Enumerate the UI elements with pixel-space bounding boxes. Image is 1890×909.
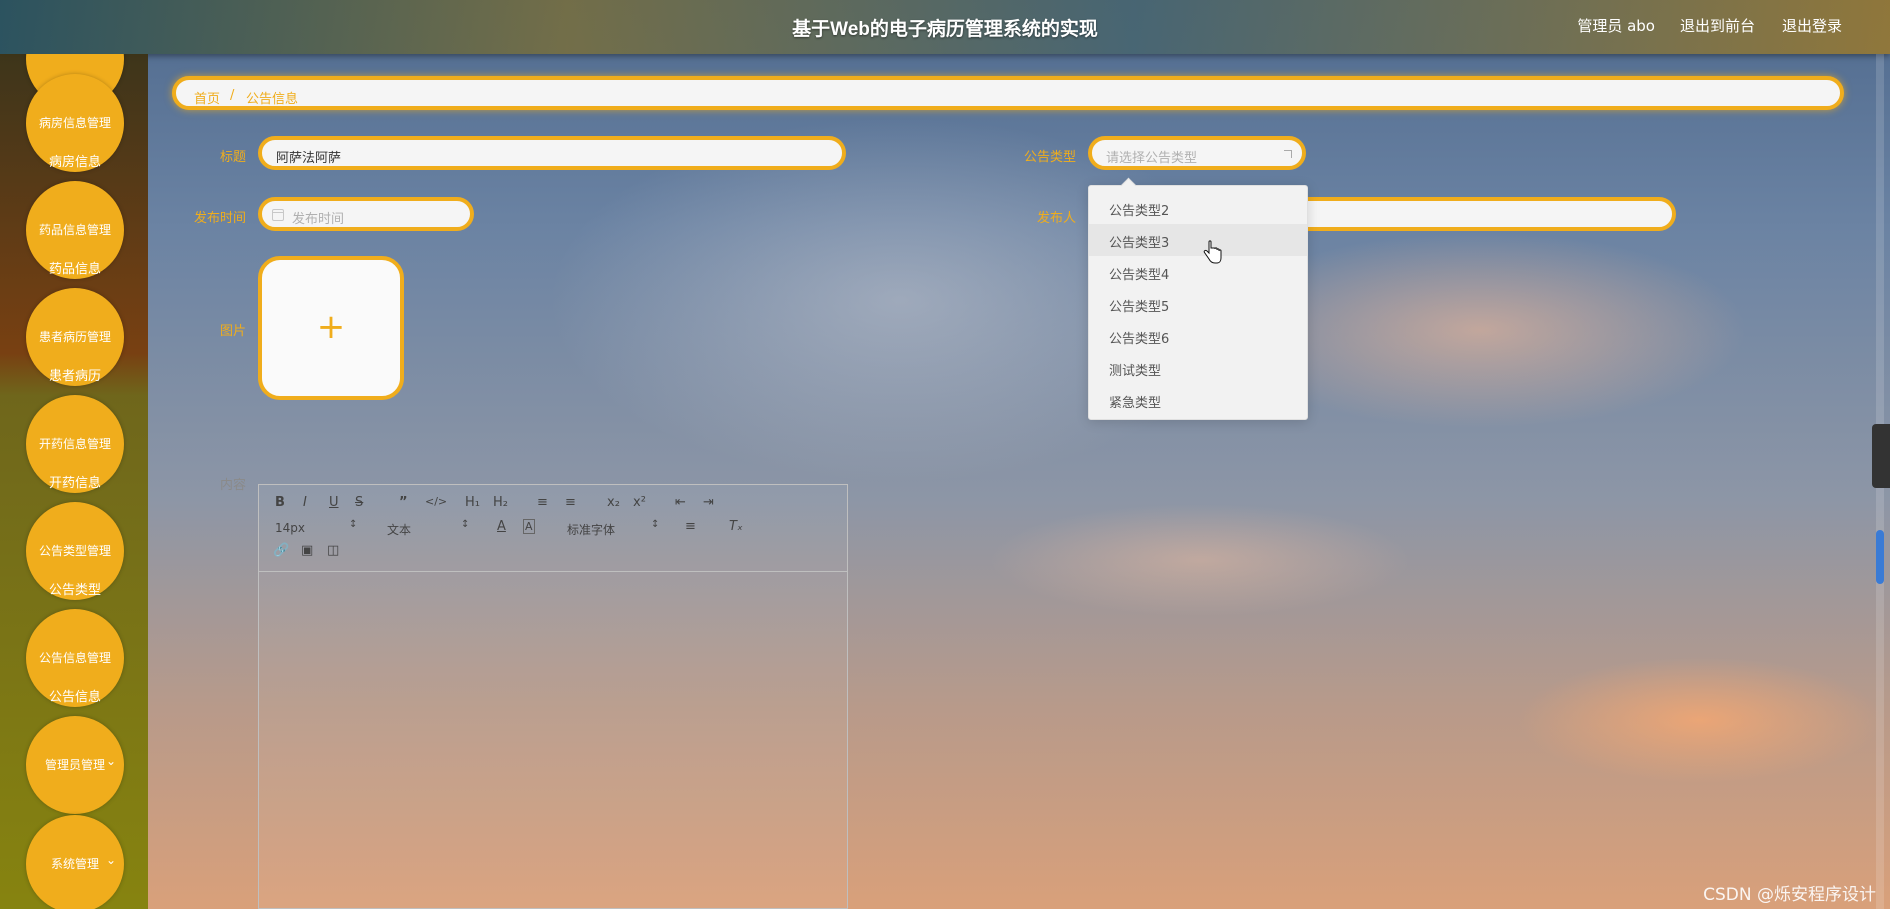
sidebar-item-label: 公告类型管理	[38, 544, 111, 558]
superscript-icon[interactable]: x²	[633, 495, 646, 510]
chevron-up-icon	[1284, 150, 1292, 158]
sidebar-item-ward[interactable]: 病房信息管理 病房信息	[26, 74, 124, 172]
rich-text-editor: B I U S ” </> H₁ H₂ ≡ ≡ x₂ x² ⇤ ⇥ 14px ↕…	[258, 484, 848, 909]
hand-cursor-icon	[1203, 240, 1222, 264]
current-user: 管理员 abo	[1577, 17, 1655, 35]
sidebar-item-prescription[interactable]: 开药信息管理 开药信息	[26, 395, 124, 493]
publish-time-placeholder: 发布时间	[292, 212, 345, 227]
editor-toolbar: B I U S ” </> H₁ H₂ ≡ ≡ x₂ x² ⇤ ⇥ 14px ↕…	[259, 485, 847, 572]
breadcrumb-current: 公告信息	[246, 92, 299, 107]
plus-icon: +	[316, 307, 346, 347]
title-label: 标题	[219, 150, 246, 165]
italic-icon[interactable]: I	[303, 495, 307, 510]
scrollbar-thumb[interactable]	[1876, 530, 1884, 584]
sidebar-item-label: 公告信息管理	[38, 651, 111, 665]
notice-type-label: 公告类型	[1023, 150, 1076, 165]
updown-icon: ↕	[651, 519, 660, 530]
dropdown-option[interactable]: 测试类型	[1089, 352, 1307, 384]
video-icon[interactable]: ◫	[327, 543, 339, 558]
outdent-icon[interactable]: ⇤	[675, 495, 686, 510]
publisher-label: 发布人	[1036, 211, 1076, 226]
sidebar-item-label: 患者病历管理	[38, 330, 111, 344]
align-icon[interactable]: ≡	[685, 519, 696, 534]
notice-type-placeholder: 请选择公告类型	[1106, 151, 1198, 166]
link-icon[interactable]: 🔗	[273, 543, 289, 558]
bold-icon[interactable]: B	[275, 495, 285, 510]
clear-format-icon[interactable]: Tₓ	[729, 519, 743, 534]
image-upload-button[interactable]: +	[258, 256, 404, 400]
bullet-list-icon[interactable]: ≡	[565, 495, 576, 510]
font-size-select[interactable]: 14px	[275, 521, 305, 535]
heading-1-icon[interactable]: H₁	[465, 495, 480, 510]
calendar-icon	[272, 209, 284, 221]
font-color-icon[interactable]: A	[497, 519, 506, 534]
sidebar-item-patient-record[interactable]: 患者病历管理 患者病历	[26, 288, 124, 386]
image-label: 图片	[219, 324, 246, 339]
watermark: CSDN @烁安程序设计	[1703, 885, 1876, 905]
paragraph-select[interactable]: 文本	[387, 521, 411, 538]
sidebar-item-label: 开药信息管理	[38, 437, 111, 451]
chevron-down-icon: ⌄	[105, 754, 116, 768]
breadcrumb-separator: /	[230, 88, 235, 103]
sidebar-item-medicine[interactable]: 药品信息管理 药品信息	[26, 181, 124, 279]
publish-time-label: 发布时间	[193, 211, 246, 226]
breadcrumb-home[interactable]: 首页	[194, 88, 220, 107]
breadcrumb: 首页 / 公告信息	[172, 76, 1844, 110]
ordered-list-icon[interactable]: ≡	[537, 495, 548, 510]
back-to-front-link[interactable]: 退出到前台	[1680, 15, 1755, 36]
font-family-select[interactable]: 标准字体	[567, 521, 615, 538]
sidebar-subitem-label[interactable]: 病房信息	[26, 151, 124, 170]
dropdown-option[interactable]: 紧急类型	[1089, 384, 1307, 416]
sidebar-subitem-label[interactable]: 公告类型	[26, 579, 124, 598]
dropdown-option[interactable]: 公告类型6	[1089, 320, 1307, 352]
sidebar-item-notice-type[interactable]: 公告类型管理 公告类型	[26, 502, 124, 600]
dropdown-option[interactable]: 公告类型3	[1089, 224, 1307, 256]
heading-2-icon[interactable]: H₂	[493, 495, 508, 510]
title-input[interactable]: 阿萨法阿萨	[258, 136, 846, 170]
sidebar-subitem-label[interactable]: 开药信息	[26, 472, 124, 491]
dropdown-option[interactable]: 公告类型5	[1089, 288, 1307, 320]
indent-icon[interactable]: ⇥	[703, 495, 714, 510]
notice-type-dropdown: 公告类型2 公告类型3 公告类型4 公告类型5 公告类型6 测试类型 紧急类型	[1088, 185, 1308, 420]
image-icon[interactable]: ▣	[301, 543, 313, 558]
side-panel-handle[interactable]	[1872, 424, 1890, 488]
sidebar: 病房信息管理 病房信息 药品信息管理 药品信息 患者病历管理 患者病历 开药信息…	[0, 54, 148, 909]
subscript-icon[interactable]: x₂	[607, 495, 620, 510]
sidebar-item-notice[interactable]: 公告信息管理 公告信息	[26, 609, 124, 707]
sidebar-subitem-label[interactable]: 药品信息	[26, 258, 124, 277]
updown-icon: ↕	[461, 519, 470, 530]
chevron-down-icon: ⌄	[105, 853, 116, 867]
sidebar-item-admin[interactable]: 管理员管理 ⌄	[26, 716, 124, 814]
code-block-icon[interactable]: </>	[425, 495, 447, 508]
title-input-value: 阿萨法阿萨	[276, 151, 342, 166]
top-header: 基于Web的电子病历管理系统的实现 管理员 abo 退出到前台 退出登录	[0, 0, 1890, 54]
background-color-icon[interactable]: A	[523, 519, 535, 534]
strikethrough-icon[interactable]: S	[355, 495, 363, 510]
dropdown-option[interactable]: 公告类型2	[1089, 192, 1307, 224]
publish-time-picker[interactable]: 发布时间	[258, 197, 474, 231]
logout-link[interactable]: 退出登录	[1782, 15, 1842, 36]
content-label: 内容	[219, 478, 246, 493]
dropdown-option[interactable]: 公告类型4	[1089, 256, 1307, 288]
underline-icon[interactable]: U	[329, 495, 339, 510]
sidebar-item-label: 药品信息管理	[38, 223, 111, 237]
sidebar-item-label: 病房信息管理	[38, 116, 111, 130]
blockquote-icon[interactable]: ”	[399, 495, 408, 510]
sidebar-subitem-label[interactable]: 公告信息	[26, 686, 124, 705]
notice-type-select[interactable]: 请选择公告类型	[1088, 136, 1306, 170]
sidebar-item-system[interactable]: 系统管理 ⌄	[26, 815, 124, 909]
sidebar-subitem-label[interactable]: 患者病历	[26, 365, 124, 384]
updown-icon: ↕	[349, 519, 358, 530]
